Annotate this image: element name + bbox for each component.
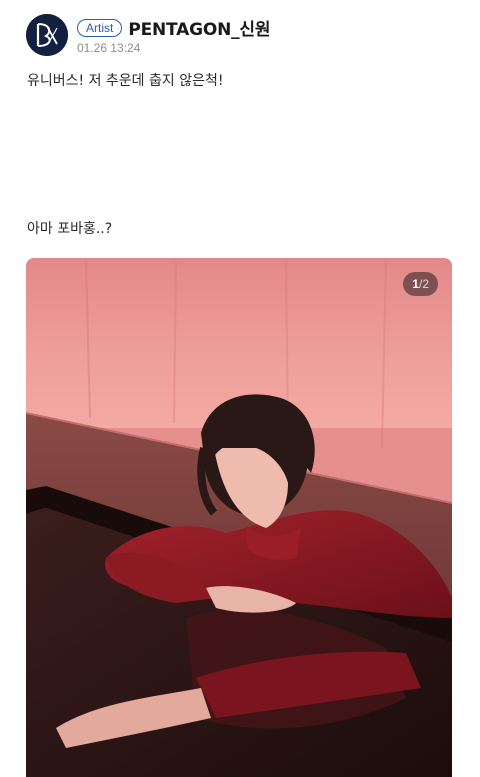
image-counter-current: 1 xyxy=(412,277,419,291)
image-counter-total: 2 xyxy=(422,277,429,291)
avatar[interactable] xyxy=(26,14,68,56)
author-name-row: Artist PENTAGON_신원 xyxy=(77,16,270,40)
post-timestamp: 01.26 13:24 xyxy=(77,40,141,55)
image-counter: 1/2 xyxy=(403,272,438,296)
author-meta: Artist PENTAGON_신원 01.26 13:24 xyxy=(77,16,270,55)
post-card: Artist PENTAGON_신원 01.26 13:24 유니버스! 저 추… xyxy=(0,0,480,777)
post-text-line-1: 유니버스! 저 추운데 춥지 않은척! xyxy=(27,73,224,89)
artist-badge: Artist xyxy=(77,18,123,37)
post-photo[interactable]: 1/2 xyxy=(26,258,452,777)
photo-illustration xyxy=(26,258,452,777)
post-text-line-2: 아마 포바홍..? xyxy=(27,221,113,237)
group-logo-icon xyxy=(26,14,68,56)
author-name[interactable]: PENTAGON_신원 xyxy=(128,15,270,40)
post-header: Artist PENTAGON_신원 01.26 13:24 xyxy=(26,14,270,56)
